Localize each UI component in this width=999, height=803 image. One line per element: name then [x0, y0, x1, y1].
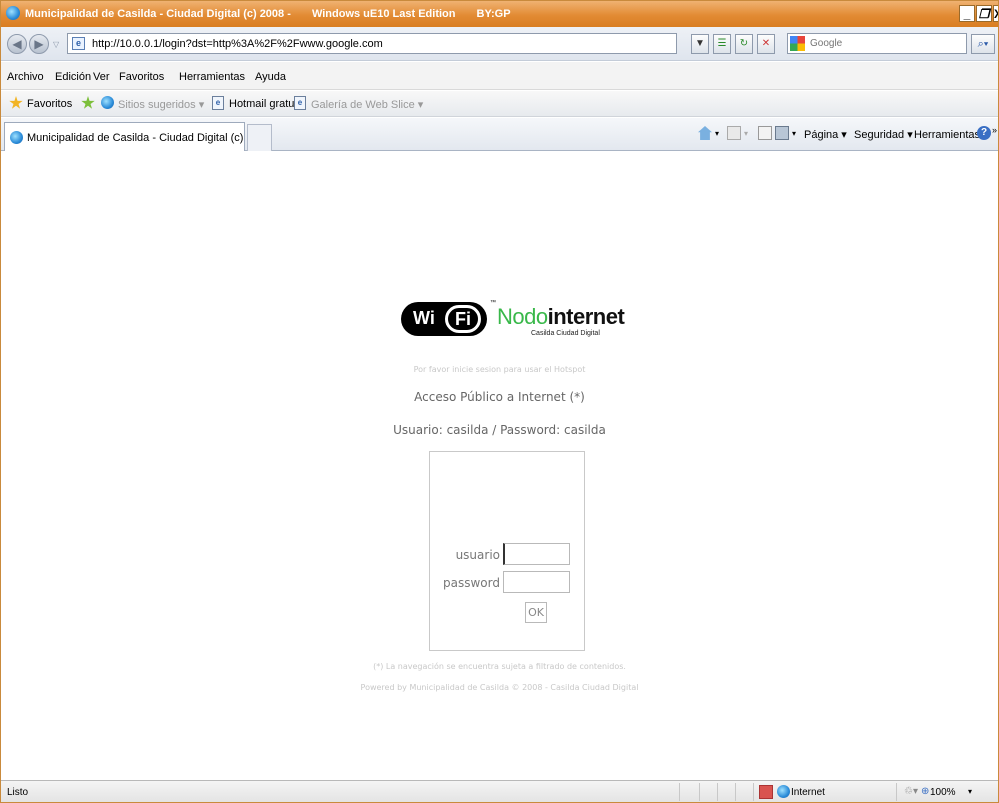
close-button[interactable]: X	[993, 5, 998, 22]
menu-archivo[interactable]: Archivo	[7, 71, 44, 83]
window-edition: Windows uE10 Last Edition	[311, 8, 456, 20]
print-dropdown-icon[interactable]: ▾	[792, 129, 796, 138]
page-icon: e	[72, 37, 85, 50]
feeds-dropdown-icon[interactable]: ▾	[744, 129, 748, 138]
tab-label: Municipalidad de Casilda - Ciudad Digita…	[27, 132, 271, 144]
menu-ver[interactable]: Ver	[93, 71, 110, 83]
status-text: Listo	[7, 787, 29, 798]
credentials-hint: Usuario: casilda / Password: casilda	[393, 423, 606, 437]
wifi-logo: Wi Fi	[401, 302, 487, 336]
minimize-button[interactable]: _	[959, 5, 975, 22]
page-menu-button[interactable]: Página ▾	[804, 128, 847, 141]
header-logos: Wi Fi ™ Nodointernet Casilda Ciudad Digi…	[401, 296, 625, 346]
login-form: usuario password OK	[429, 451, 585, 651]
password-input[interactable]	[503, 571, 570, 593]
powered-by-footer: Powered by Municipalidad de Casilda © 20…	[360, 683, 639, 692]
compatibility-icon[interactable]: ☰	[713, 34, 731, 54]
print-icon[interactable]	[775, 126, 789, 140]
favorites-bar: Favoritos Sitios sugeridos ▾ e Hotmail g…	[1, 91, 998, 117]
address-url[interactable]: http://10.0.0.1/login?dst=http%3A%2F%2Fw…	[92, 38, 383, 50]
webslice-page-icon: e	[294, 96, 306, 110]
home-icon[interactable]	[698, 126, 712, 140]
read-mail-icon[interactable]	[758, 126, 772, 140]
status-divider	[753, 783, 754, 801]
username-input[interactable]	[503, 543, 570, 565]
help-icon[interactable]: ?	[977, 126, 991, 140]
tab-ie-icon	[10, 131, 23, 144]
page-content: Wi Fi ™ Nodointernet Casilda Ciudad Digi…	[1, 152, 998, 780]
home-dropdown-icon[interactable]: ▾	[715, 129, 719, 138]
forward-button[interactable]: ▶	[29, 34, 49, 54]
google-icon	[790, 36, 805, 51]
menu-edicion[interactable]: Edición	[55, 71, 91, 83]
username-label: usuario	[455, 548, 500, 562]
ie-logo-icon	[6, 6, 20, 20]
title-bar: Municipalidad de Casilda - Ciudad Digita…	[1, 1, 998, 27]
zoom-settings-icon[interactable]: ♲▾	[904, 786, 918, 797]
stop-icon[interactable]: ✕	[757, 34, 775, 54]
browser-window: Municipalidad de Casilda - Ciudad Digita…	[0, 0, 999, 803]
webslice-gallery-link[interactable]: Galería de Web Slice ▾	[311, 98, 423, 111]
more-commands-icon[interactable]: »	[992, 125, 997, 135]
password-label: password	[443, 576, 500, 590]
window-title-text: Municipalidad de Casilda - Ciudad Digita…	[25, 8, 291, 20]
address-bar[interactable]: e http://10.0.0.1/login?dst=http%3A%2F%2…	[67, 33, 677, 54]
access-heading: Acceso Público a Internet (*)	[414, 390, 585, 404]
status-divider	[699, 783, 700, 801]
search-input[interactable]	[810, 36, 960, 51]
zoom-icon[interactable]: ⊕	[921, 786, 929, 797]
favorites-star-icon	[9, 96, 23, 109]
protected-mode-icon[interactable]	[759, 785, 773, 799]
wifi-logo-fi: Fi	[445, 305, 481, 333]
status-divider	[896, 783, 897, 801]
status-bar: Listo Internet ♲▾ ⊕ 100% ▾	[1, 780, 998, 802]
add-favorites-icon[interactable]	[81, 96, 95, 109]
new-tab-button[interactable]	[247, 124, 272, 151]
security-zone[interactable]: Internet	[791, 787, 825, 798]
zoom-level[interactable]: 100%	[930, 787, 956, 798]
tab-active[interactable]: Municipalidad de Casilda - Ciudad Digita…	[4, 122, 271, 151]
nodo-internet-logo: Nodointernet	[497, 304, 625, 330]
internet-zone-icon	[777, 785, 790, 798]
menu-favoritos[interactable]: Favoritos	[119, 71, 164, 83]
status-divider	[679, 783, 680, 801]
restore-button[interactable]: ❐	[976, 5, 992, 22]
wifi-logo-wi: Wi	[413, 308, 435, 328]
suggested-sites-link[interactable]: Sitios sugeridos ▾	[118, 98, 204, 111]
address-row: ◀ ▶ ▽ e http://10.0.0.1/login?dst=http%3…	[1, 27, 998, 61]
back-button[interactable]: ◀	[7, 34, 27, 54]
menu-bar: Archivo Edición Ver Favoritos Herramient…	[1, 62, 998, 90]
status-divider	[735, 783, 736, 801]
zoom-dropdown-icon[interactable]: ▾	[968, 787, 972, 796]
window-by: BY:GP	[476, 8, 511, 20]
history-dropdown-icon[interactable]: ▽	[53, 40, 59, 49]
suggested-sites-icon	[101, 96, 114, 109]
filter-note: (*) La navegación se encuentra sujeta a …	[373, 662, 626, 671]
refresh-icon[interactable]: ↻	[735, 34, 753, 54]
feeds-icon[interactable]	[727, 126, 741, 140]
logo-nodo-text: Nodo	[497, 304, 548, 329]
login-prompt: Por favor inicie sesion para usar el Hot…	[413, 365, 586, 374]
menu-ayuda[interactable]: Ayuda	[255, 71, 286, 83]
security-menu-button[interactable]: Seguridad ▾	[854, 128, 913, 141]
status-divider	[717, 783, 718, 801]
wifi-trademark: ™	[490, 300, 496, 306]
tab-command-row: Municipalidad de Casilda - Ciudad Digita…	[1, 118, 998, 151]
window-title: Municipalidad de Casilda - Ciudad Digita…	[25, 8, 529, 20]
search-box[interactable]	[787, 33, 967, 54]
logo-internet-text: internet	[547, 304, 625, 329]
menu-herramientas[interactable]: Herramientas	[179, 71, 245, 83]
address-dropdown-button[interactable]: ▼	[691, 34, 709, 54]
ok-button[interactable]: OK	[525, 602, 547, 623]
favorites-button[interactable]: Favoritos	[27, 98, 72, 110]
logo-subtitle: Casilda Ciudad Digital	[531, 330, 600, 337]
hotmail-page-icon: e	[212, 96, 224, 110]
search-button[interactable]: ⌕▾	[971, 34, 995, 54]
